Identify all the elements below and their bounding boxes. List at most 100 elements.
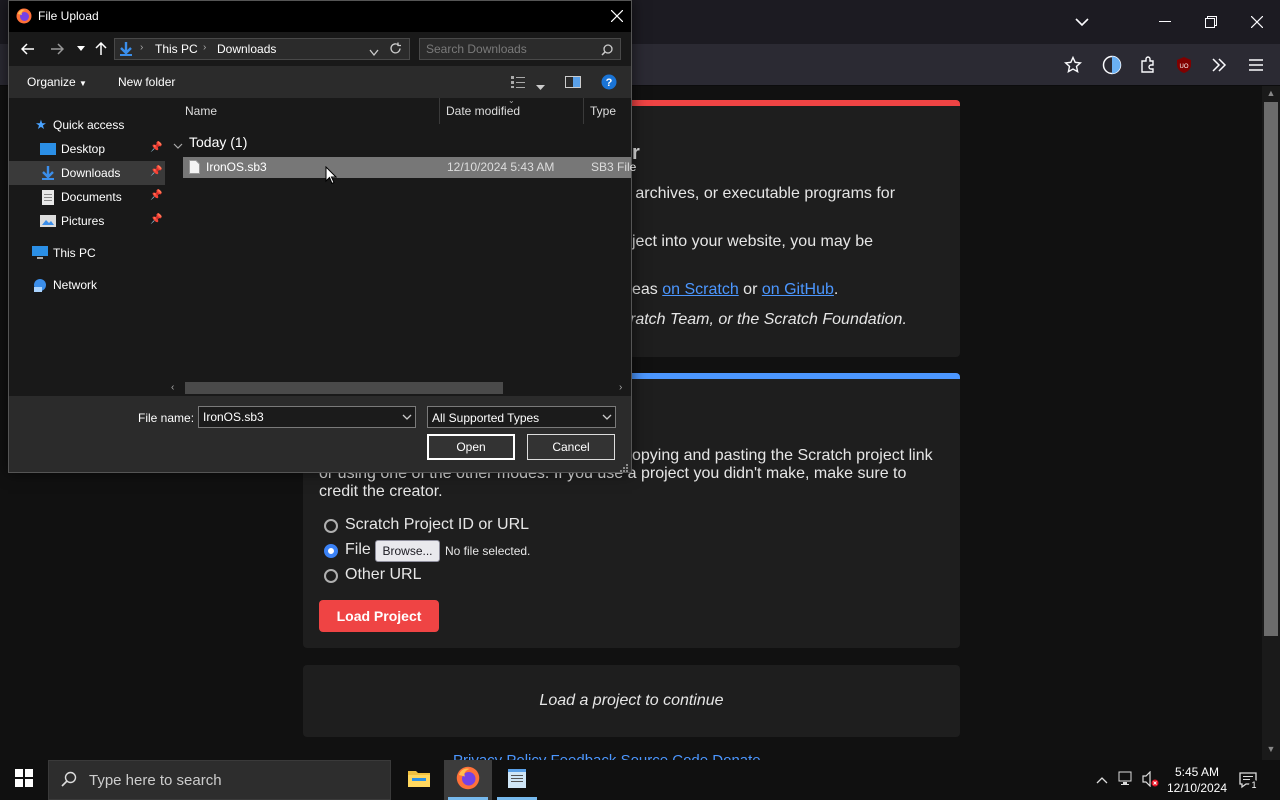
- file-name-field[interactable]: [198, 406, 416, 428]
- up-arrow-icon[interactable]: [91, 39, 111, 59]
- file-type: SB3 File: [591, 160, 637, 174]
- more-tools-chevrons-icon[interactable]: [1206, 53, 1232, 77]
- on-github-link[interactable]: on GitHub: [762, 281, 834, 298]
- refresh-icon[interactable]: [389, 42, 402, 60]
- radio-project-id-label[interactable]: Scratch Project ID or URL: [345, 516, 529, 534]
- pin-icon: 📌: [150, 142, 163, 153]
- network-status-icon[interactable]: [1118, 771, 1136, 790]
- breadcrumb-separator-icon: ›: [203, 42, 207, 53]
- on-scratch-link[interactable]: on Scratch: [662, 281, 738, 298]
- page-vertical-scrollbar[interactable]: ▲ ▼: [1262, 86, 1280, 760]
- pin-icon: 📌: [150, 214, 163, 225]
- radio-file[interactable]: [324, 544, 338, 558]
- nav-label: Network: [53, 278, 98, 292]
- back-arrow-icon[interactable]: [18, 39, 38, 59]
- load-instructions-line-1: opying and pasting the Scratch project l…: [632, 447, 933, 464]
- svg-text:?: ?: [606, 77, 613, 89]
- column-header-date-modified[interactable]: Date modified: [446, 104, 520, 118]
- notification-center-icon[interactable]: 1: [1238, 770, 1259, 793]
- nav-label: Desktop: [61, 142, 106, 156]
- taskbar-file-explorer[interactable]: [395, 760, 443, 800]
- address-history-chevron-icon[interactable]: [369, 44, 379, 62]
- footer-links[interactable]: Privacy Policy Feedback Source Code Dona…: [453, 752, 761, 760]
- nav-downloads[interactable]: Downloads 📌: [9, 161, 165, 185]
- scroll-down-arrow-icon[interactable]: ▼: [1262, 744, 1280, 758]
- scrollbar-thumb[interactable]: [1264, 102, 1278, 636]
- load-project-button[interactable]: Load Project: [319, 600, 439, 632]
- clock-date: 12/10/2024: [1166, 781, 1228, 795]
- search-icon: [601, 43, 613, 61]
- nav-documents[interactable]: Documents 📌: [9, 185, 165, 209]
- extensions-puzzle-icon[interactable]: [1135, 53, 1161, 77]
- cancel-button[interactable]: Cancel: [527, 434, 615, 460]
- file-name-label: File name:: [138, 411, 195, 425]
- extension-globe-icon[interactable]: [1099, 53, 1125, 77]
- radio-other-url-label[interactable]: Other URL: [345, 566, 421, 584]
- column-header-name[interactable]: Name: [185, 104, 217, 118]
- open-button[interactable]: Open: [427, 434, 515, 460]
- taskbar-search-icon: [61, 771, 77, 792]
- volume-muted-icon[interactable]: [1142, 770, 1160, 790]
- scroll-up-arrow-icon[interactable]: ▲: [1262, 88, 1280, 102]
- file-name-dropdown-chevron-icon[interactable]: [402, 410, 412, 427]
- downloads-arrow-icon: [40, 165, 56, 181]
- radio-other-url[interactable]: [324, 569, 338, 583]
- group-header-today[interactable]: Today (1): [189, 134, 247, 150]
- notification-count-badge: 1: [1249, 780, 1259, 790]
- taskbar-firefox[interactable]: [444, 760, 492, 800]
- column-divider[interactable]: [583, 98, 584, 124]
- nav-network[interactable]: Network: [9, 273, 165, 297]
- nav-desktop[interactable]: Desktop 📌: [9, 137, 165, 161]
- start-button[interactable]: [0, 760, 48, 800]
- column-header-type[interactable]: Type: [590, 104, 616, 118]
- search-downloads-field[interactable]: [419, 38, 621, 60]
- horizontal-scrollbar[interactable]: ‹ ›: [165, 380, 631, 396]
- breadcrumb-this-pc[interactable]: This PC: [155, 42, 198, 56]
- resize-grip-icon[interactable]: [619, 460, 629, 478]
- organize-button[interactable]: Organize ▼: [27, 75, 87, 89]
- radio-project-id[interactable]: [324, 519, 338, 533]
- nav-pictures[interactable]: Pictures 📌: [9, 209, 165, 233]
- app-menu-hamburger-icon[interactable]: [1243, 53, 1269, 77]
- help-icon[interactable]: ?: [601, 74, 617, 95]
- search-downloads-input[interactable]: [426, 41, 596, 57]
- scroll-right-arrow-icon[interactable]: ›: [619, 382, 622, 393]
- group-collapse-chevron-icon[interactable]: [173, 137, 183, 155]
- preview-pane-icon[interactable]: [565, 75, 581, 94]
- horizontal-scrollbar-thumb[interactable]: [185, 382, 503, 394]
- recent-locations-chevron-icon[interactable]: [71, 39, 91, 59]
- address-bar[interactable]: › This PC › Downloads: [114, 38, 410, 60]
- info-text-fragment: eas: [632, 281, 663, 298]
- change-view-icon[interactable]: [510, 75, 526, 94]
- firefox-taskbar-icon: [456, 766, 480, 795]
- forward-arrow-icon[interactable]: [47, 39, 67, 59]
- ublock-origin-icon[interactable]: UO: [1171, 53, 1197, 77]
- file-name: IronOS.sb3: [206, 160, 267, 174]
- documents-icon: [40, 189, 56, 205]
- close-window-button[interactable]: [1242, 8, 1272, 36]
- breadcrumb-separator-icon: ›: [140, 42, 144, 53]
- file-type-select[interactable]: All Supported Types: [427, 406, 616, 428]
- taskbar-clock[interactable]: 5:45 AM 12/10/2024: [1162, 764, 1232, 796]
- taskbar-notepad[interactable]: [493, 760, 541, 800]
- file-row-ironos[interactable]: IronOS.sb3 12/10/2024 5:43 AM SB3 File: [183, 157, 636, 178]
- nav-this-pc[interactable]: This PC: [9, 241, 165, 265]
- new-folder-button[interactable]: New folder: [118, 75, 175, 89]
- breadcrumb-downloads[interactable]: Downloads: [217, 42, 276, 56]
- file-type-chevron-icon: [602, 410, 612, 427]
- scroll-left-arrow-icon[interactable]: ‹: [171, 382, 174, 393]
- file-name-input[interactable]: [203, 409, 393, 425]
- view-options-chevron-icon[interactable]: [536, 78, 545, 96]
- dialog-close-icon[interactable]: [605, 4, 629, 28]
- tab-list-chevron-icon[interactable]: [1067, 8, 1097, 36]
- column-divider[interactable]: [439, 98, 440, 124]
- restore-window-button[interactable]: [1196, 8, 1226, 36]
- show-hidden-icons-chevron-icon[interactable]: [1096, 771, 1108, 787]
- minimize-window-button[interactable]: [1150, 8, 1180, 36]
- radio-file-label[interactable]: File: [345, 541, 371, 559]
- browse-button[interactable]: Browse...: [375, 540, 440, 562]
- taskbar-search-box[interactable]: Type here to search: [48, 760, 391, 800]
- nav-quick-access[interactable]: ★ Quick access: [9, 113, 165, 137]
- organize-chevron-icon: ▼: [79, 79, 87, 88]
- bookmark-star-icon[interactable]: [1060, 53, 1086, 77]
